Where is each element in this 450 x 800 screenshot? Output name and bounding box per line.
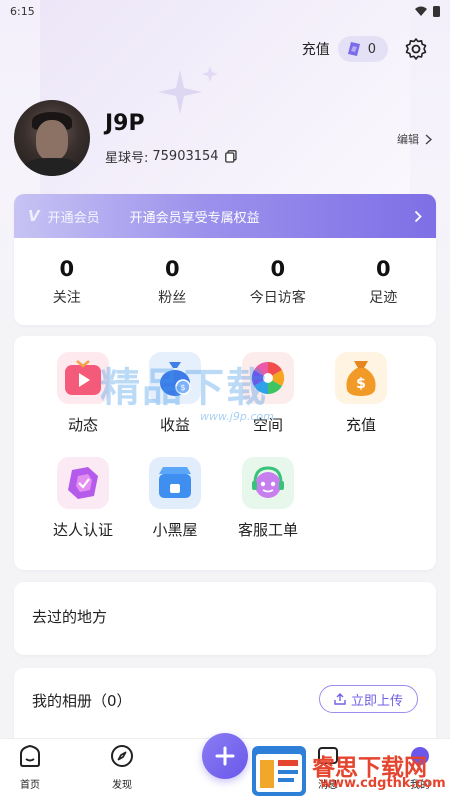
stat-value: 0 <box>59 256 75 281</box>
stat-value: 0 <box>270 256 286 281</box>
grid-label: 客服工单 <box>237 521 298 539</box>
star-id-label: 星球号: <box>105 151 149 166</box>
stat-value: 0 <box>164 256 180 281</box>
money-bag-icon: $ <box>149 352 201 404</box>
create-post-button[interactable] <box>202 733 248 779</box>
stat-footprints[interactable]: 0 足迹 <box>331 257 437 307</box>
grid-label: 动态 <box>67 416 98 434</box>
status-bar: 6:15 <box>0 0 450 22</box>
feature-grid-card: 动态 $ 收益 空间 $ 充值 达人认证 小黑屋 客服工单 <box>14 336 436 570</box>
coin-balance: 0 <box>367 41 376 57</box>
grid-label: 小黑屋 <box>152 521 198 539</box>
svg-text:$: $ <box>356 376 366 392</box>
grid-item-dynamics[interactable]: 动态 <box>43 352 123 435</box>
chevron-right-icon <box>414 210 422 222</box>
stat-label: 足迹 <box>369 289 398 306</box>
grid-item-support[interactable]: 客服工单 <box>228 457 308 540</box>
chevron-right-icon <box>425 133 432 145</box>
stat-visitors[interactable]: 0 今日访客 <box>225 257 331 307</box>
stats-row: 0 关注 0 粉丝 0 今日访客 0 足迹 <box>14 238 436 325</box>
wifi-icon <box>415 6 427 16</box>
upload-label: 立即上传 <box>350 693 403 709</box>
gear-icon[interactable] <box>404 37 428 61</box>
camera-aperture-icon <box>242 352 294 404</box>
coin-balance-pill[interactable]: 0 <box>337 36 388 62</box>
verified-shield-icon <box>57 457 109 509</box>
edit-label: 编辑 <box>397 133 419 146</box>
copy-icon[interactable] <box>224 150 237 163</box>
compass-icon <box>111 745 133 767</box>
vip-label: 开通会员 <box>47 210 100 226</box>
username: J9P <box>105 111 145 136</box>
home-icon <box>20 744 40 767</box>
upload-icon <box>334 693 346 705</box>
star-id-row: 星球号: 75903154 <box>105 147 237 166</box>
coin-bag-icon: $ <box>335 352 387 404</box>
stat-fans[interactable]: 0 粉丝 <box>120 257 226 307</box>
recharge-label[interactable]: 充值 <box>302 39 330 59</box>
plus-icon <box>215 746 235 766</box>
header-actions: 充值 0 <box>302 36 428 62</box>
svg-text:$: $ <box>180 383 185 392</box>
status-time: 6:15 <box>10 4 35 18</box>
corner-watermark-url: www.cdgthk.com <box>320 776 446 791</box>
places-card[interactable]: 去过的地方 <box>14 582 436 655</box>
tab-label: 首页 <box>20 780 40 791</box>
sparkle-decor-icon <box>158 66 218 114</box>
support-bot-icon <box>242 457 294 509</box>
stat-label: 关注 <box>52 289 81 306</box>
member-stats-card: V 开通会员 开通会员享受专属权益 0 关注 0 粉丝 0 今日访客 0 足迹 <box>14 194 436 325</box>
grid-item-verification[interactable]: 达人认证 <box>43 457 123 540</box>
vip-banner[interactable]: V 开通会员 开通会员享受专属权益 <box>14 194 436 238</box>
stat-value: 0 <box>375 256 391 281</box>
tab-label: 发现 <box>112 780 132 791</box>
vip-logo: V <box>28 207 40 225</box>
upload-button[interactable]: 立即上传 <box>318 685 418 713</box>
stat-label: 今日访客 <box>249 289 306 306</box>
grid-item-blackroom[interactable]: 小黑屋 <box>135 457 215 540</box>
avatar[interactable] <box>14 100 90 176</box>
star-id-value: 75903154 <box>152 149 219 164</box>
shop-icon <box>149 457 201 509</box>
watermark-logo-icon <box>252 746 306 796</box>
video-icon <box>57 352 109 404</box>
corner-watermark: 睿思下载网 www.cdgthk.com <box>250 740 450 800</box>
edit-profile-link[interactable]: 编辑 <box>397 131 432 147</box>
grid-label: 达人认证 <box>52 521 113 539</box>
vip-desc: 开通会员享受专属权益 <box>129 210 260 226</box>
gem-icon <box>347 42 360 56</box>
album-title: 我的相册（0） <box>32 692 132 710</box>
watermark-url: www.j9p.com <box>200 410 274 423</box>
tab-discover[interactable]: 发现 <box>92 743 152 791</box>
stat-label: 粉丝 <box>158 289 187 306</box>
tab-home[interactable]: 首页 <box>0 743 60 791</box>
battery-icon <box>433 5 440 17</box>
stat-following[interactable]: 0 关注 <box>14 257 120 307</box>
places-title: 去过的地方 <box>32 608 108 626</box>
grid-label: 充值 <box>345 416 376 434</box>
grid-item-recharge[interactable]: $ 充值 <box>321 352 401 435</box>
